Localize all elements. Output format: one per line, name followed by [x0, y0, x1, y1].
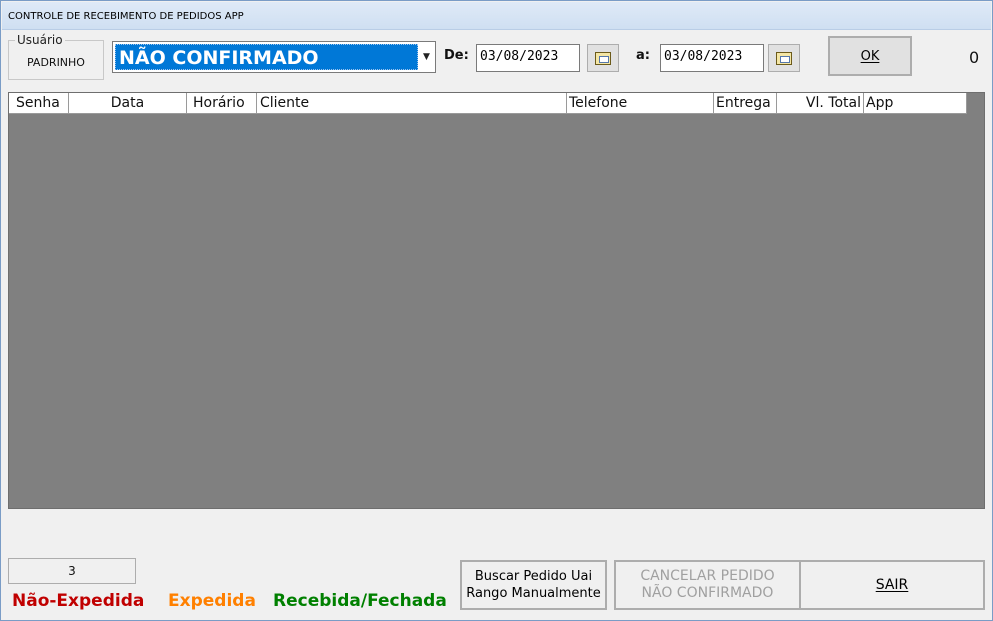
to-date-calendar-button[interactable] [768, 44, 800, 72]
column-header-vl-total[interactable]: Vl. Total [777, 93, 864, 114]
sair-button-label: SAIR [875, 576, 909, 593]
column-header-telefone[interactable]: Telefone [567, 93, 714, 114]
from-date-label: De: [444, 48, 469, 63]
legend-nao-expedida: Não-Expedida [12, 591, 145, 611]
cancelar-pedido-line2: NÃO CONFIRMADO [641, 585, 774, 601]
buscar-pedido-line2: Rango Manualmente [466, 586, 601, 601]
record-count-box: 3 [8, 558, 136, 584]
orders-grid[interactable]: Senha Data Horário Cliente Telefone Entr… [8, 92, 985, 509]
from-date-input[interactable]: 03/08/2023 [476, 44, 580, 72]
top-count: 0 [969, 48, 980, 67]
to-date-label: a: [636, 48, 650, 63]
column-header-entrega[interactable]: Entrega [714, 93, 777, 114]
buscar-pedido-label: Buscar Pedido Uai Rango Manualmente [466, 568, 601, 602]
calendar-icon [776, 51, 792, 65]
window-title: CONTROLE DE RECEBIMENTO DE PEDIDOS APP [8, 11, 244, 22]
cancelar-pedido-button[interactable]: CANCELAR PEDIDO NÃO CONFIRMADO [614, 560, 801, 610]
from-date-calendar-button[interactable] [587, 44, 619, 72]
ok-button[interactable]: OK [828, 36, 912, 76]
column-header-data[interactable]: Data [69, 93, 187, 114]
calendar-icon [595, 51, 611, 65]
buscar-pedido-button[interactable]: Buscar Pedido Uai Rango Manualmente [460, 560, 607, 610]
status-select-value: NÃO CONFIRMADO [115, 44, 418, 70]
dropdown-arrow-icon[interactable]: ▼ [418, 42, 435, 72]
title-bar: CONTROLE DE RECEBIMENTO DE PEDIDOS APP [2, 2, 991, 30]
column-header-senha[interactable]: Senha [9, 93, 69, 114]
cancelar-pedido-label: CANCELAR PEDIDO NÃO CONFIRMADO [640, 568, 774, 602]
status-select[interactable]: NÃO CONFIRMADO ▼ [112, 41, 436, 73]
legend-expedida: Expedida [168, 591, 256, 611]
grid-header: Senha Data Horário Cliente Telefone Entr… [9, 93, 967, 114]
main-window: CONTROLE DE RECEBIMENTO DE PEDIDOS APP U… [0, 0, 993, 621]
cancelar-pedido-line1: CANCELAR PEDIDO [640, 568, 775, 584]
to-date-input[interactable]: 03/08/2023 [660, 44, 764, 72]
ok-button-label: OK [860, 48, 880, 64]
buscar-pedido-line1: Buscar Pedido Uai [474, 569, 593, 584]
column-header-horario[interactable]: Horário [187, 93, 257, 114]
legend-recebida-fechada: Recebida/Fechada [273, 591, 447, 611]
column-header-app[interactable]: App [864, 93, 967, 114]
usuario-name[interactable]: PADRINHO [10, 45, 102, 79]
sair-button[interactable]: SAIR [799, 560, 985, 610]
column-header-cliente[interactable]: Cliente [257, 93, 567, 114]
